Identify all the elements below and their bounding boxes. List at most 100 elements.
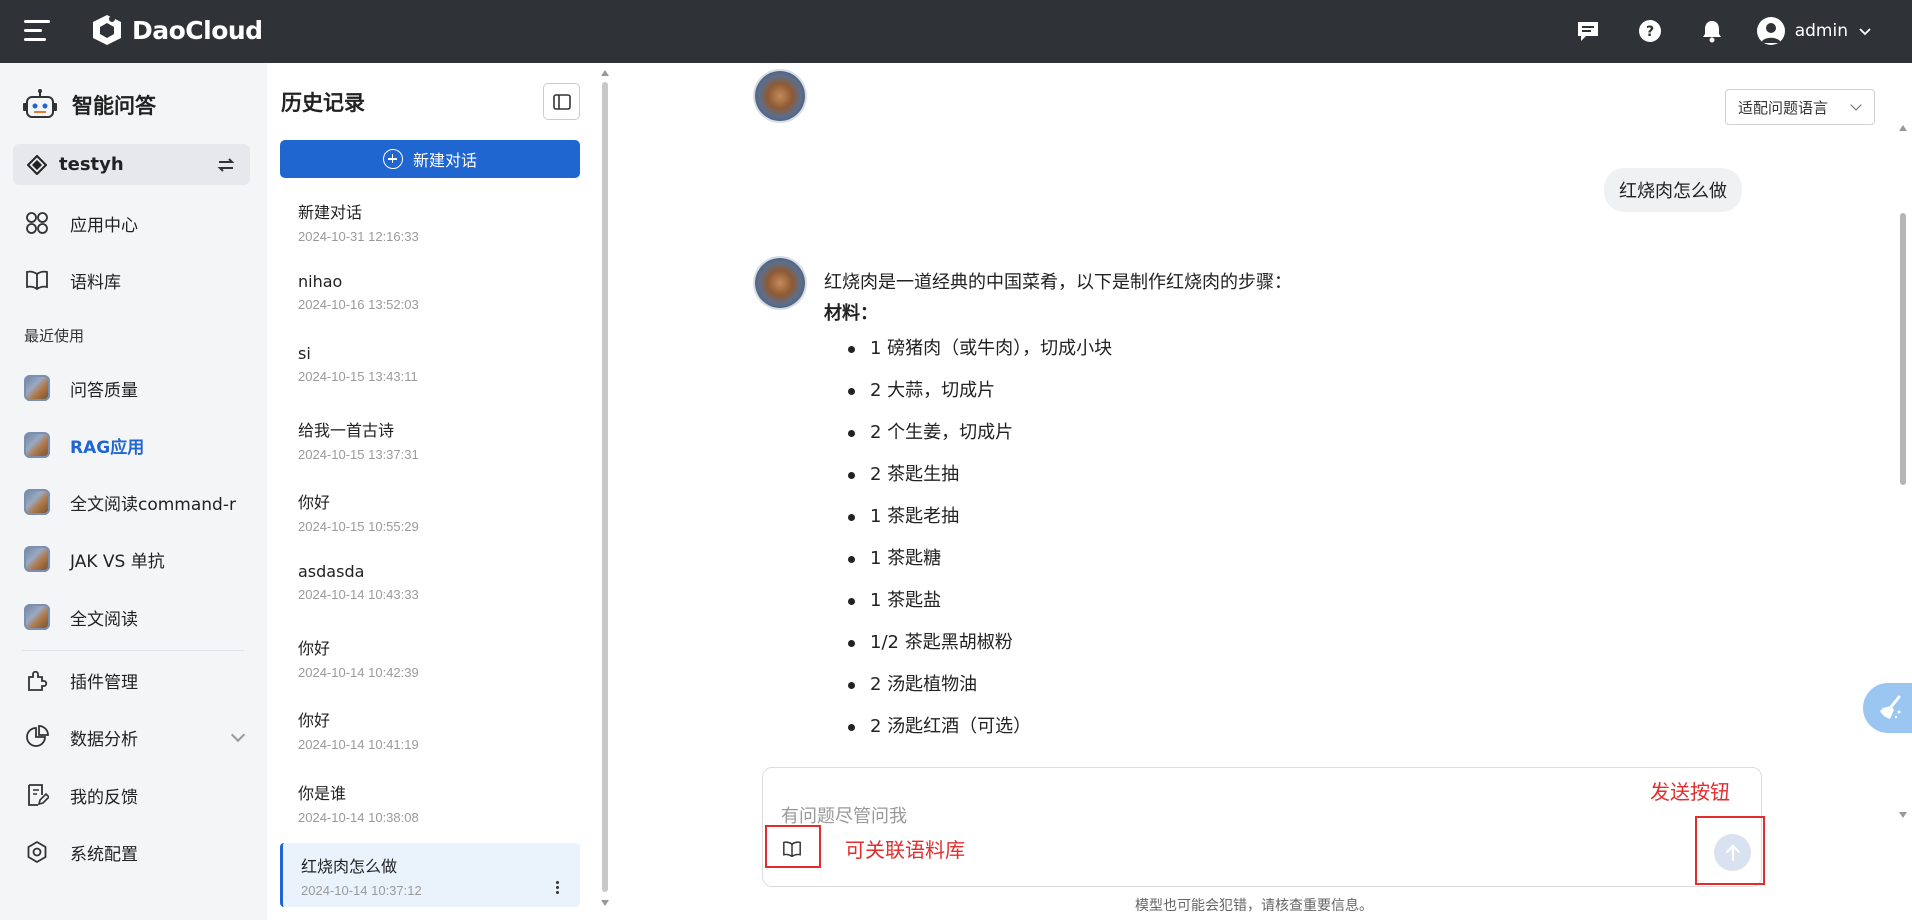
sidebar-item-recent[interactable]: JAK VS 单抗 bbox=[0, 536, 267, 582]
user-menu[interactable]: admin bbox=[1756, 17, 1872, 45]
sidebar-item-plugins[interactable]: 插件管理 bbox=[0, 657, 267, 703]
list-item: 1 茶匙糖 bbox=[848, 538, 1524, 580]
sidebar-item-corpus[interactable]: 语料库 bbox=[0, 257, 267, 303]
app-thumbnail bbox=[24, 375, 50, 401]
history-item-title: 你是谁 bbox=[298, 784, 347, 803]
history-item[interactable]: 你好 2024-10-14 10:41:19 bbox=[280, 697, 580, 761]
sidebar-item-recent[interactable]: 全文阅读command-r bbox=[0, 479, 267, 525]
settings-icon bbox=[24, 839, 50, 865]
help-icon[interactable]: ? bbox=[1633, 14, 1667, 48]
daocloud-logo-icon bbox=[93, 15, 121, 45]
language-select[interactable]: 适配问题语言 bbox=[1725, 89, 1875, 125]
disclaimer: 模型也可能会犯错，请核查重要信息。 bbox=[1135, 898, 1373, 914]
history-item-date: 2024-10-15 13:43:11 bbox=[298, 369, 418, 384]
annotation-box bbox=[765, 825, 821, 868]
sidebar-item-label: 数据分析 bbox=[70, 729, 138, 750]
plus-circle-icon bbox=[382, 149, 403, 169]
app-thumbnail bbox=[24, 604, 50, 630]
new-chat-label: 新建对话 bbox=[412, 151, 477, 170]
list-item: 1/2 茶匙黑胡椒粉 bbox=[848, 622, 1524, 664]
app-thumbnail bbox=[24, 432, 50, 458]
menu-icon[interactable] bbox=[24, 20, 50, 42]
message-icon[interactable] bbox=[1571, 14, 1605, 48]
scrollbar-thumb[interactable] bbox=[1900, 213, 1906, 485]
sidebar-item-data-analysis[interactable]: 数据分析 bbox=[0, 714, 267, 760]
history-item-title: nihao bbox=[298, 272, 343, 291]
annotation-label: 发送按钮 bbox=[1650, 780, 1730, 804]
sidebar-item-label: 我的反馈 bbox=[70, 787, 138, 808]
username: admin bbox=[1794, 21, 1848, 41]
workspace-icon bbox=[27, 154, 47, 175]
switch-icon[interactable] bbox=[216, 156, 236, 174]
history-item-date: 2024-10-14 10:43:33 bbox=[298, 587, 419, 602]
more-options-icon[interactable] bbox=[556, 881, 560, 895]
history-title: 历史记录 bbox=[281, 91, 365, 115]
sidebar-toggle-icon bbox=[552, 93, 571, 110]
chat-input-box[interactable]: 有问题尽管问我 可关联语料库 发送按钮 bbox=[762, 767, 1765, 887]
history-item-title: asdasda bbox=[298, 562, 365, 581]
sidebar: 智能问答 testyh 应用中心 语料库 最近使用 问答质量 RAG应用 全文阅… bbox=[0, 63, 267, 920]
history-item[interactable]: 新建对话 2024-10-31 12:16:33 bbox=[280, 189, 580, 253]
scroll-down-arrow-icon[interactable] bbox=[1899, 812, 1907, 818]
brand-name: DaoCloud bbox=[132, 15, 263, 45]
history-item[interactable]: si 2024-10-15 13:43:11 bbox=[280, 334, 580, 398]
collapse-panel-button[interactable] bbox=[543, 83, 580, 120]
divider bbox=[22, 650, 244, 651]
book-icon bbox=[24, 267, 50, 293]
history-item-title: 给我一首古诗 bbox=[298, 421, 395, 440]
history-item[interactable]: nihao 2024-10-16 13:52:03 bbox=[280, 262, 580, 326]
scrollbar-thumb[interactable] bbox=[602, 82, 608, 892]
clear-chat-button[interactable] bbox=[1863, 683, 1912, 733]
history-item[interactable]: 你好 2024-10-15 10:55:29 bbox=[280, 479, 580, 543]
broom-icon bbox=[1880, 695, 1901, 719]
bell-icon[interactable] bbox=[1695, 14, 1729, 48]
history-item[interactable]: 给我一首古诗 2024-10-15 13:37:31 bbox=[280, 407, 580, 471]
workspace-switcher[interactable]: testyh bbox=[13, 144, 250, 185]
bot-avatar bbox=[755, 71, 805, 121]
chevron-down-icon bbox=[230, 727, 246, 743]
scroll-up-arrow-icon[interactable] bbox=[1899, 125, 1907, 131]
sidebar-item-recent[interactable]: RAG应用 bbox=[0, 422, 267, 468]
history-item-title: si bbox=[298, 344, 311, 363]
answer-heading: 材料： bbox=[824, 303, 878, 325]
sidebar-item-label: 系统配置 bbox=[70, 844, 138, 865]
new-chat-button[interactable]: 新建对话 bbox=[280, 140, 580, 178]
history-item[interactable]: 你好 2024-10-14 10:42:39 bbox=[280, 625, 580, 689]
sidebar-item-recent[interactable]: 问答质量 bbox=[0, 365, 267, 411]
history-item-date: 2024-10-15 13:37:31 bbox=[298, 447, 419, 462]
history-scrollbar[interactable] bbox=[601, 70, 609, 906]
history-item[interactable]: 你是谁 2024-10-14 10:38:08 bbox=[280, 770, 580, 834]
history-item-title: 你好 bbox=[298, 493, 331, 512]
workspace-name: testyh bbox=[59, 154, 124, 175]
chevron-down-icon bbox=[1850, 99, 1862, 111]
chat-area: 适配问题语言 红烧肉怎么做 红烧肉是一道经典的中国菜肴，以下是制作红烧肉的步骤：… bbox=[610, 63, 1912, 920]
scroll-down-arrow-icon[interactable] bbox=[601, 900, 609, 906]
sidebar-item-recent[interactable]: 全文阅读 bbox=[0, 594, 267, 640]
sidebar-item-label: 问答质量 bbox=[70, 380, 138, 401]
feedback-icon bbox=[24, 782, 50, 808]
app-thumbnail bbox=[24, 489, 50, 515]
history-item-date: 2024-10-14 10:38:08 bbox=[298, 810, 419, 825]
sidebar-item-label: 应用中心 bbox=[70, 215, 138, 236]
sidebar-item-system-config[interactable]: 系统配置 bbox=[0, 829, 267, 875]
history-item-title: 你好 bbox=[298, 639, 331, 658]
logo[interactable]: DaoCloud bbox=[90, 13, 263, 47]
sidebar-title: 智能问答 bbox=[72, 94, 156, 118]
sidebar-item-app-center[interactable]: 应用中心 bbox=[0, 200, 267, 246]
annotation-box bbox=[1695, 816, 1765, 885]
scroll-up-arrow-icon[interactable] bbox=[601, 70, 609, 76]
bot-avatar bbox=[755, 258, 805, 308]
history-item[interactable]: asdasda 2024-10-14 10:43:33 bbox=[280, 552, 580, 616]
chevron-down-icon bbox=[1859, 28, 1871, 36]
history-item-active[interactable]: 红烧肉怎么做 2024-10-14 10:37:12 bbox=[280, 843, 580, 907]
annotation-label: 可关联语料库 bbox=[845, 838, 965, 862]
answer-intro: 红烧肉是一道经典的中国菜肴，以下是制作红烧肉的步骤： bbox=[824, 272, 1292, 293]
sidebar-item-feedback[interactable]: 我的反馈 bbox=[0, 772, 267, 818]
pie-chart-icon bbox=[24, 724, 50, 750]
apps-icon bbox=[24, 210, 50, 236]
history-item-date: 2024-10-14 10:41:19 bbox=[298, 737, 419, 752]
sidebar-item-label: JAK VS 单抗 bbox=[70, 551, 165, 572]
sidebar-item-label: 插件管理 bbox=[70, 672, 138, 693]
history-item-date: 2024-10-14 10:37:12 bbox=[301, 883, 422, 898]
user-message-bubble: 红烧肉怎么做 bbox=[1604, 168, 1742, 212]
